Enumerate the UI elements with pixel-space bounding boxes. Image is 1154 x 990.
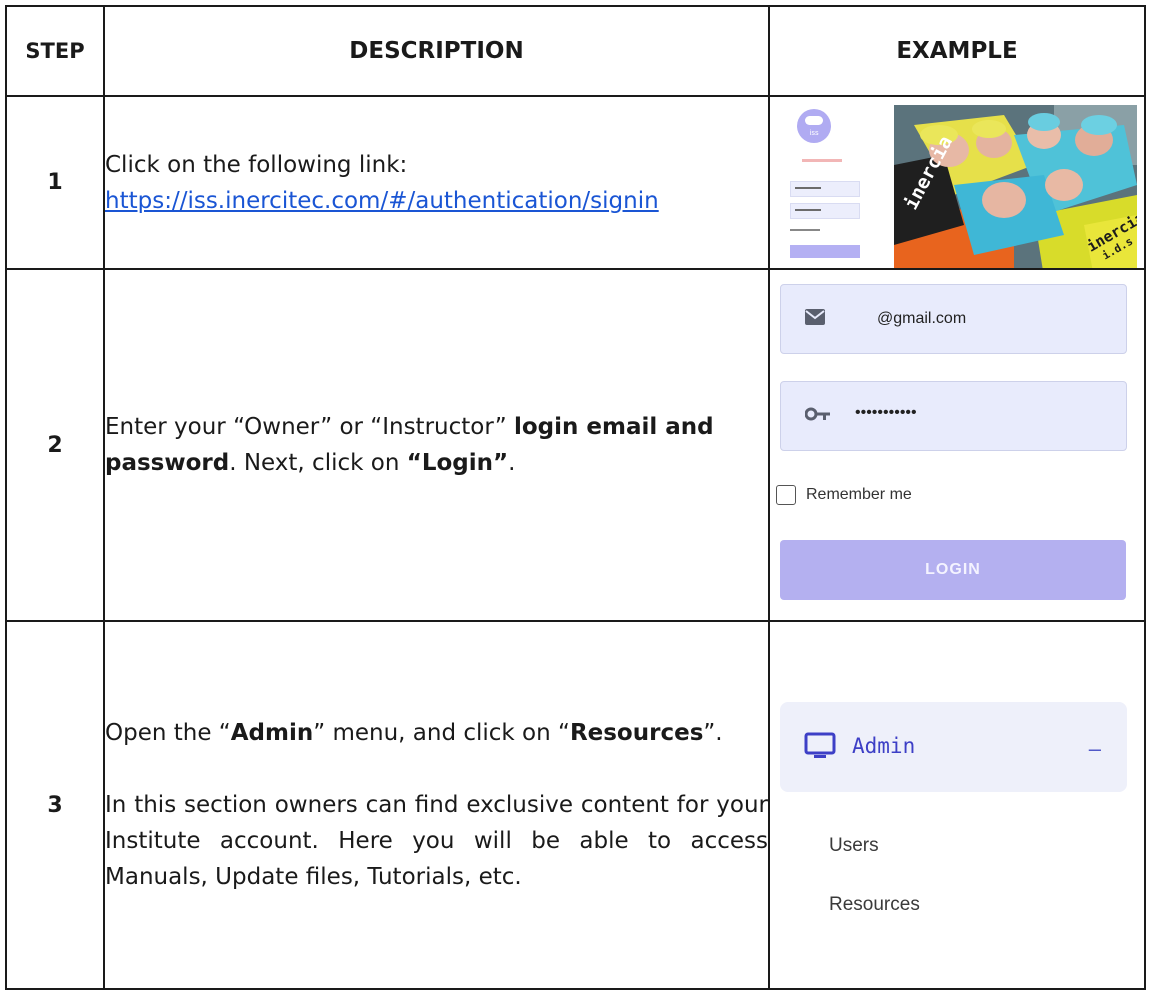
- collapse-icon[interactable]: –: [1089, 736, 1101, 762]
- description-para-2: In this section owners can find exclusiv…: [105, 792, 768, 890]
- step-description: Open the “Admin” menu, and click on “Res…: [103, 620, 770, 990]
- emphasis-resources: Resources: [569, 720, 704, 746]
- table-row: 2 Enter your “Owner” or “Instructor” log…: [5, 268, 1146, 622]
- admin-menu-label: Admin: [852, 734, 916, 758]
- header-row: STEP DESCRIPTION EXAMPLE: [5, 5, 1146, 97]
- step-number: 3: [5, 620, 105, 990]
- key-icon: [804, 406, 831, 425]
- example-cell: iss inercia inercia i.d.s: [768, 95, 1146, 270]
- table-row: 1 Click on the following link: https://i…: [5, 95, 1146, 270]
- emphasis-admin: Admin: [230, 720, 314, 746]
- step-description: Enter your “Owner” or “Instructor” login…: [103, 268, 770, 622]
- manikins-photo: inercia inercia i.d.s: [894, 105, 1137, 267]
- login-button[interactable]: LOGIN: [780, 540, 1126, 600]
- header-step: STEP: [5, 5, 105, 97]
- menu-item-users[interactable]: Users: [829, 835, 879, 857]
- step-description: Click on the following link: https://iss…: [103, 95, 770, 270]
- logo: iss: [797, 109, 831, 143]
- description-para-1: Open the “Admin” menu, and click on “Res…: [105, 720, 723, 746]
- header-example: EXAMPLE: [768, 5, 1146, 97]
- password-field[interactable]: •••••••••••: [780, 381, 1127, 451]
- example-cell: Admin – Users Resources: [768, 620, 1146, 990]
- thumbnail-remember: [790, 229, 820, 231]
- email-value: @gmail.com: [877, 310, 967, 327]
- description-text: Click on the following link:: [105, 151, 408, 178]
- remember-label: Remember me: [806, 486, 912, 503]
- steps-table: STEP DESCRIPTION EXAMPLE 1 Click on the …: [5, 5, 1146, 990]
- remember-me[interactable]: Remember me: [776, 485, 912, 505]
- password-value: •••••••••••: [855, 404, 917, 421]
- table-row: 3 Open the “Admin” menu, and click on “R…: [5, 620, 1146, 990]
- header-description: DESCRIPTION: [103, 5, 770, 97]
- monitor-icon: [804, 732, 836, 764]
- envelope-icon: [805, 309, 825, 329]
- signin-link[interactable]: https://iss.inercitec.com/#/authenticati…: [105, 188, 659, 214]
- thumbnail-email-field: [790, 181, 860, 197]
- example-cell: @gmail.com ••••••••••• Remember me LOGIN: [768, 268, 1146, 622]
- thumbnail-password-field: [790, 203, 860, 219]
- thumbnail-login-button: [790, 245, 860, 258]
- login-page-thumbnail: iss: [780, 109, 875, 259]
- step-number: 1: [5, 95, 105, 270]
- admin-menu[interactable]: Admin –: [780, 702, 1127, 792]
- emphasis-login: “Login”: [406, 450, 509, 476]
- menu-item-resources[interactable]: Resources: [829, 894, 920, 916]
- remember-checkbox[interactable]: [776, 485, 796, 505]
- email-field[interactable]: @gmail.com: [780, 284, 1127, 354]
- step-number: 2: [5, 268, 105, 622]
